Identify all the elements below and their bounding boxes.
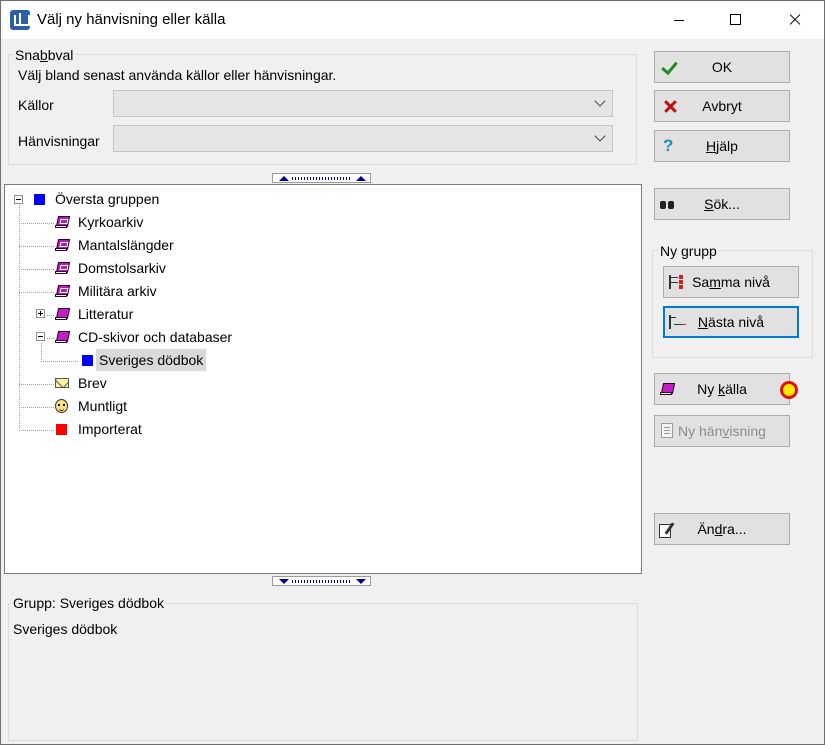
title-bar[interactable]: Välj ny hänvisning eller källa bbox=[1, 1, 824, 39]
next-level-button[interactable]: Nästa nivå bbox=[663, 306, 799, 338]
tree-node-importerat[interactable]: Importerat bbox=[53, 418, 145, 440]
book-icon bbox=[660, 383, 676, 396]
document-icon bbox=[661, 423, 673, 438]
dialog-window: Välj ny hänvisning eller källa Snabbval … bbox=[0, 0, 825, 745]
same-level-icon bbox=[669, 275, 683, 289]
new-reference-button[interactable]: Ny hänvisning bbox=[654, 415, 790, 447]
search-button[interactable]: Sök... bbox=[654, 188, 790, 220]
collapse-toggle[interactable] bbox=[36, 332, 45, 341]
references-label: Hänvisningar bbox=[18, 133, 100, 149]
app-icon bbox=[10, 10, 30, 30]
expand-toggle[interactable] bbox=[36, 309, 45, 318]
group-info-text: Sveriges dödbok bbox=[13, 621, 118, 637]
sources-label: Källor bbox=[18, 97, 54, 113]
sources-combo[interactable] bbox=[113, 90, 613, 117]
red-square-icon bbox=[56, 424, 67, 435]
group-tree[interactable]: Översta gruppen Kyrkoarkiv Mantalslängde… bbox=[4, 184, 642, 574]
collapse-toggle[interactable] bbox=[14, 195, 23, 204]
chevron-down-icon bbox=[594, 95, 606, 107]
tree-node-brev[interactable]: Brev bbox=[53, 372, 110, 394]
tree-node-muntligt[interactable]: Muntligt bbox=[53, 395, 130, 417]
references-combo[interactable] bbox=[113, 125, 613, 152]
book-icon bbox=[55, 331, 71, 344]
indicator-marker-icon bbox=[780, 381, 798, 399]
tree-node-militara-arkiv[interactable]: Militära arkiv bbox=[53, 280, 160, 302]
ok-button[interactable]: OK bbox=[654, 51, 790, 83]
down-arrow-icon bbox=[356, 579, 366, 584]
group-info-legend: Grupp: Sveriges dödbok bbox=[11, 595, 166, 611]
book-icon bbox=[55, 308, 71, 321]
blue-square-icon bbox=[34, 194, 45, 205]
minimize-icon bbox=[674, 20, 684, 21]
archive-book-icon bbox=[55, 285, 71, 298]
quick-select-description: Välj bland senast använda källor eller h… bbox=[18, 67, 337, 83]
archive-book-icon bbox=[55, 239, 71, 252]
question-icon: ? bbox=[663, 136, 674, 155]
close-button[interactable] bbox=[766, 1, 824, 39]
down-arrow-icon bbox=[279, 579, 289, 584]
up-arrow-icon bbox=[356, 176, 366, 181]
tree-node-sveriges-dodbok[interactable]: Sveriges dödbok bbox=[79, 349, 207, 371]
quick-select-legend: Snabbval bbox=[13, 47, 76, 63]
new-group-legend: Ny grupp bbox=[658, 243, 719, 259]
chevron-down-icon bbox=[594, 130, 606, 142]
same-level-button[interactable]: Samma nivå bbox=[663, 266, 799, 298]
collapse-up-splitter[interactable] bbox=[272, 173, 371, 183]
check-icon bbox=[661, 59, 677, 75]
edit-button[interactable]: Ändra... bbox=[654, 513, 790, 545]
window-title: Välj ny hänvisning eller källa bbox=[37, 11, 226, 28]
new-source-button[interactable]: Ny källa bbox=[654, 373, 790, 405]
tree-node-top-group[interactable]: Översta gruppen bbox=[31, 188, 162, 210]
tree-node-cd-skivor[interactable]: CD-skivor och databaser bbox=[53, 326, 235, 348]
archive-book-icon bbox=[55, 262, 71, 275]
minimize-button[interactable] bbox=[650, 1, 708, 39]
cancel-button[interactable]: Avbryt bbox=[654, 90, 790, 122]
tree-node-mantalslangder[interactable]: Mantalslängder bbox=[53, 234, 177, 256]
edit-icon bbox=[659, 522, 675, 538]
maximize-button[interactable] bbox=[708, 1, 766, 39]
envelope-icon bbox=[55, 378, 69, 388]
tree-node-litteratur[interactable]: Litteratur bbox=[53, 303, 136, 325]
archive-book-icon bbox=[55, 216, 71, 229]
collapse-down-splitter[interactable] bbox=[272, 576, 371, 586]
help-button[interactable]: ? Hjälp bbox=[654, 130, 790, 162]
face-icon bbox=[55, 399, 68, 413]
cancel-x-icon bbox=[663, 99, 677, 113]
next-level-icon bbox=[669, 315, 686, 329]
binoculars-icon bbox=[660, 198, 676, 210]
maximize-icon bbox=[730, 14, 741, 25]
up-arrow-icon bbox=[279, 176, 289, 181]
tree-node-domstolsarkiv[interactable]: Domstolsarkiv bbox=[53, 257, 169, 279]
blue-square-icon bbox=[82, 355, 93, 366]
tree-node-kyrkoarkiv[interactable]: Kyrkoarkiv bbox=[53, 211, 146, 233]
